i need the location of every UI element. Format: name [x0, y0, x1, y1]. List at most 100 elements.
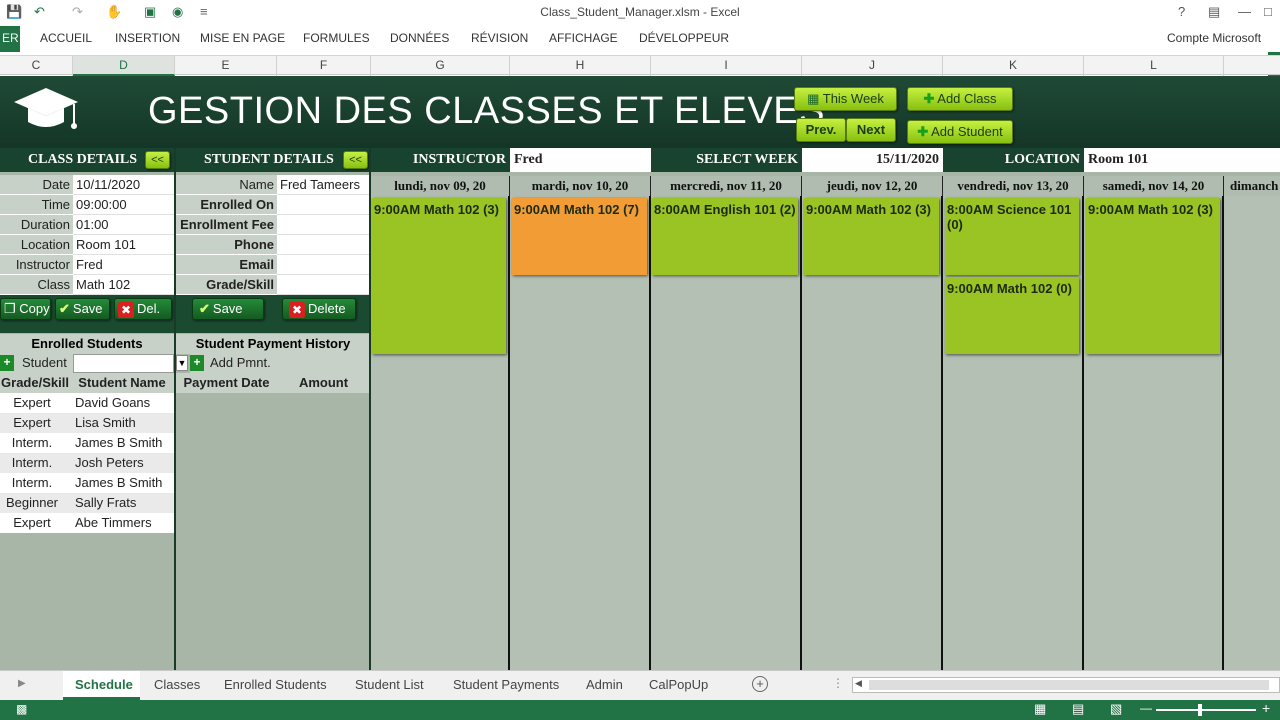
undo-icon[interactable]: ↶: [34, 4, 45, 20]
class-event[interactable]: 9:00AM Math 102 (3): [372, 198, 506, 354]
tab-developpeur[interactable]: DÉVELOPPEUR: [639, 31, 729, 45]
copy-icon: ❐: [4, 301, 16, 316]
split-handle-icon[interactable]: ⋮: [832, 676, 844, 690]
col-header-k[interactable]: K: [943, 56, 1084, 76]
duration-field[interactable]: 01:00: [73, 215, 174, 235]
tab-accueil[interactable]: ACCUEIL: [40, 31, 92, 45]
phone-field[interactable]: [277, 235, 370, 255]
prev-week-button[interactable]: Prev.: [796, 118, 846, 142]
scroll-tabs-icon[interactable]: ▶: [18, 678, 26, 689]
class-name-field[interactable]: Math 102: [73, 275, 174, 295]
tab-enrolled-students[interactable]: Enrolled Students: [224, 677, 327, 692]
col-header-l[interactable]: L: [1084, 56, 1224, 76]
day-header-thursday: jeudi, nov 12, 20: [802, 176, 943, 196]
class-delete-button[interactable]: ✖ Del.: [114, 298, 172, 320]
this-week-button[interactable]: ▦ This Week: [794, 87, 897, 111]
macro-record-icon[interactable]: ▩: [16, 702, 27, 716]
zoom-in-icon[interactable]: +: [1262, 700, 1270, 716]
maximize-icon[interactable]: □: [1264, 4, 1272, 19]
redo-icon[interactable]: ↷: [72, 4, 83, 20]
tab-revision[interactable]: RÉVISION: [471, 31, 528, 45]
col-header-e[interactable]: E: [175, 56, 277, 76]
class-event[interactable]: 9:00AM Math 102 (7): [512, 198, 647, 275]
add-class-button[interactable]: ✚ Add Class: [907, 87, 1013, 111]
week-select[interactable]: 15/11/2020: [802, 148, 943, 172]
normal-view-icon[interactable]: ▦: [1034, 701, 1046, 717]
col-header-j[interactable]: J: [802, 56, 943, 76]
file-tab[interactable]: ER: [0, 26, 20, 52]
email-field[interactable]: [277, 255, 370, 275]
table-row[interactable]: Expert David Goans: [0, 393, 174, 413]
class-event[interactable]: 9:00AM Math 102 (3): [804, 198, 939, 275]
camera-icon[interactable]: ◉: [172, 4, 183, 20]
enrollment-fee-field[interactable]: [277, 215, 370, 235]
class-event[interactable]: 8:00AM Science 101 (0): [945, 198, 1079, 275]
tab-student-list[interactable]: Student List: [355, 677, 424, 692]
form-icon[interactable]: ▣: [144, 4, 156, 20]
copy-button[interactable]: ❐ Copy: [0, 298, 51, 320]
col-header-c[interactable]: C: [0, 56, 73, 76]
tab-affichage[interactable]: AFFICHAGE: [549, 31, 618, 45]
tab-admin[interactable]: Admin: [586, 677, 623, 692]
instructor-field[interactable]: Fred: [73, 255, 174, 275]
touch-mode-icon[interactable]: ✋: [106, 4, 122, 20]
col-header-d[interactable]: D: [73, 56, 175, 76]
student-name-field[interactable]: Fred Tameers: [277, 175, 370, 195]
tab-mise-en-page[interactable]: MISE EN PAGE: [200, 31, 285, 45]
save-icon[interactable]: 💾: [6, 4, 22, 20]
add-payment-label[interactable]: Add Pmnt.: [210, 355, 271, 370]
horizontal-scrollbar[interactable]: ◀: [852, 677, 1280, 693]
col-header-h[interactable]: H: [510, 56, 651, 76]
dropdown-chevron-icon[interactable]: ▼: [176, 355, 188, 371]
table-row[interactable]: Interm. Josh Peters: [0, 453, 174, 473]
zoom-out-icon[interactable]: —: [1140, 701, 1152, 715]
class-event[interactable]: 9:00AM Math 102 (3): [1086, 198, 1220, 354]
customize-qat-icon[interactable]: ≡: [200, 4, 208, 19]
student-select[interactable]: [73, 354, 174, 373]
account-link[interactable]: Compte Microsoft: [1167, 31, 1261, 45]
instructor-select[interactable]: Fred: [510, 148, 651, 172]
col-header-i[interactable]: I: [651, 56, 802, 76]
next-week-button[interactable]: Next: [846, 118, 896, 142]
table-row[interactable]: Expert Abe Timmers: [0, 513, 174, 533]
table-row[interactable]: Beginner Sally Frats: [0, 493, 174, 513]
enrolled-on-field[interactable]: [277, 195, 370, 215]
table-row[interactable]: Interm. James B Smith: [0, 433, 174, 453]
student-details-collapse-button[interactable]: <<: [343, 151, 368, 169]
tab-calpopup[interactable]: CalPopUp: [649, 677, 708, 692]
col-header-g[interactable]: G: [371, 56, 510, 76]
ribbon-display-icon[interactable]: ▤: [1208, 4, 1220, 20]
student-delete-button[interactable]: ✖ Delete: [282, 298, 356, 320]
class-event[interactable]: 8:00AM English 101 (2): [652, 198, 798, 275]
col-header-f[interactable]: F: [277, 56, 371, 76]
minimize-icon[interactable]: —: [1238, 4, 1251, 19]
grade-skill-field[interactable]: [277, 275, 370, 295]
class-save-button[interactable]: ✔ Save: [55, 298, 110, 320]
add-sheet-icon[interactable]: +: [752, 676, 768, 692]
page-break-icon[interactable]: ▧: [1110, 701, 1122, 717]
zoom-slider[interactable]: [1156, 709, 1256, 711]
tab-student-payments[interactable]: Student Payments: [453, 677, 559, 692]
time-field[interactable]: 09:00:00: [73, 195, 174, 215]
table-row[interactable]: Interm. James B Smith: [0, 473, 174, 493]
date-field[interactable]: 10/11/2020: [73, 175, 174, 195]
tab-donnees[interactable]: DONNÉES: [390, 31, 449, 45]
location-select[interactable]: Room 101: [1084, 148, 1280, 172]
tab-schedule[interactable]: Schedule: [63, 671, 140, 700]
tab-classes[interactable]: Classes: [154, 677, 200, 692]
scrollbar-thumb[interactable]: [869, 680, 1269, 690]
scroll-left-icon[interactable]: ◀: [855, 678, 862, 689]
student-save-button[interactable]: ✔ Save: [192, 298, 264, 320]
help-icon[interactable]: ?: [1178, 4, 1185, 19]
add-enrolled-student-icon[interactable]: +: [0, 355, 14, 371]
class-event[interactable]: 9:00AM Math 102 (0): [945, 277, 1079, 354]
tab-formules[interactable]: FORMULES: [303, 31, 370, 45]
class-details-collapse-button[interactable]: <<: [145, 151, 170, 169]
zoom-slider-thumb[interactable]: [1198, 704, 1202, 716]
table-row[interactable]: Expert Lisa Smith: [0, 413, 174, 433]
page-layout-icon[interactable]: ▤: [1072, 701, 1084, 717]
add-student-button[interactable]: ✚ Add Student: [907, 120, 1013, 144]
tab-insertion[interactable]: INSERTION: [115, 31, 180, 45]
add-payment-icon[interactable]: +: [190, 355, 204, 371]
location-field[interactable]: Room 101: [73, 235, 174, 255]
